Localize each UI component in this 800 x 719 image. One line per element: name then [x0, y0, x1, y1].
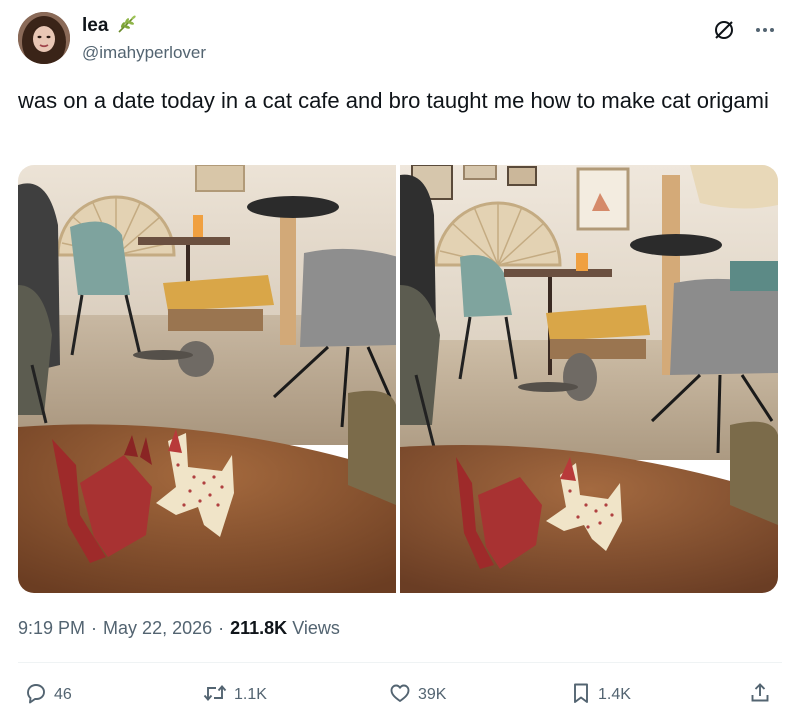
reply-button[interactable]: 46: [24, 678, 72, 712]
grok-icon[interactable]: [712, 18, 736, 47]
share-icon: [748, 681, 772, 710]
reply-count: 46: [54, 686, 72, 703]
bookmark-button[interactable]: 1.4K: [570, 678, 631, 712]
bookmark-count: 1.4K: [598, 686, 631, 703]
cat-cafe-photo-left[interactable]: [18, 165, 396, 593]
top-actions: [712, 18, 776, 46]
handle[interactable]: @imahyperlover: [82, 41, 206, 65]
heart-icon: [388, 681, 412, 710]
action-bar: 46 1.1K 39K 1.4K: [18, 678, 782, 712]
views-label: Views: [292, 618, 340, 638]
tweet-header: lea @imahyperlover: [18, 12, 782, 68]
avatar[interactable]: [18, 12, 70, 64]
display-name[interactable]: lea: [82, 14, 108, 38]
views-count: 211.8K: [230, 618, 288, 638]
like-button[interactable]: 39K: [388, 678, 446, 712]
more-options-icon[interactable]: [754, 18, 776, 47]
repost-button[interactable]: 1.1K: [202, 678, 267, 712]
divider: [18, 662, 782, 663]
tweet-meta: 9:19 PM · May 22, 2026 · 211.8K Views: [18, 616, 340, 640]
tweet-time[interactable]: 9:19 PM: [18, 618, 85, 638]
cat-cafe-photo-right[interactable]: [400, 165, 778, 593]
author-names: lea @imahyperlover: [82, 14, 206, 65]
like-count: 39K: [418, 686, 447, 703]
meta-separator: ·: [91, 618, 98, 638]
reply-icon: [24, 681, 48, 710]
tweet-date[interactable]: May 22, 2026: [103, 618, 212, 638]
share-button[interactable]: [748, 678, 772, 712]
bookmark-icon: [570, 681, 592, 710]
tweet-text: was on a date today in a cat cafe and br…: [18, 88, 769, 113]
repost-count: 1.1K: [234, 686, 267, 703]
repost-icon: [202, 681, 228, 710]
leaf-branch-icon: [117, 14, 137, 39]
meta-separator: ·: [218, 618, 225, 638]
media-grid: [18, 165, 778, 593]
